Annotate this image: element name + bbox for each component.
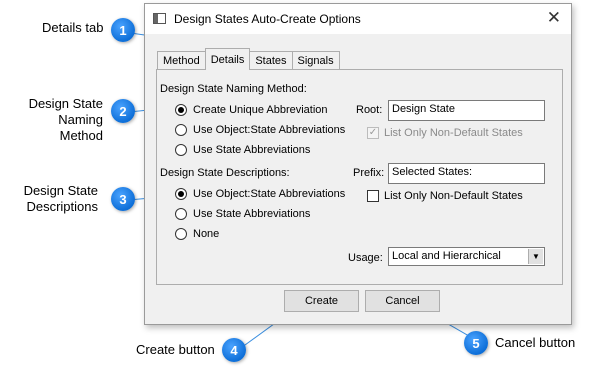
callout-text-details-tab: Details tab (42, 20, 104, 35)
root-label: Root: (356, 104, 383, 116)
descriptions-heading: Design State Descriptions: (160, 167, 290, 179)
tab-signals[interactable]: Signals (291, 51, 340, 70)
callout-text-create-button: Create button (136, 342, 215, 357)
window-title: Design States Auto-Create Options (174, 12, 361, 26)
checkbox-naming-list-non-default[interactable]: ✓ (367, 127, 379, 139)
radio-label-desc-none[interactable]: None (193, 228, 219, 240)
checkbox-label-naming-list-non-default: List Only Non-Default States (384, 127, 523, 139)
callout-text-descriptions-line1: Design State (23, 183, 98, 198)
tab-details[interactable]: Details (204, 48, 251, 70)
radio-label-desc-use-object-state-abbreviations[interactable]: Use Object:State Abbreviations (193, 188, 345, 200)
close-icon[interactable]: ✕ (547, 8, 561, 28)
tab-method[interactable]: Method (157, 51, 206, 70)
chevron-down-icon[interactable]: ▼ (528, 249, 543, 264)
details-panel: Design State Naming Method: Create Uniqu… (156, 69, 563, 285)
checkbox-label-desc-list-non-default[interactable]: List Only Non-Default States (384, 190, 523, 202)
cancel-button[interactable]: Cancel (365, 290, 440, 312)
prefix-label: Prefix: (353, 167, 385, 179)
create-button[interactable]: Create (284, 290, 359, 312)
radio-label-create-unique-abbreviation[interactable]: Create Unique Abbreviation (193, 104, 328, 116)
radio-label-use-state-abbreviations[interactable]: Use State Abbreviations (193, 144, 310, 156)
callout-text-cancel-button: Cancel button (495, 335, 576, 350)
title-bar[interactable]: Design States Auto-Create Options ✕ (145, 4, 571, 34)
tab-strip: Method Details States Signals (157, 48, 340, 70)
dialog-window: Design States Auto-Create Options ✕ Meth… (144, 3, 572, 325)
app-window-icon (153, 13, 166, 24)
callout-bubble-4: 4 (222, 338, 246, 362)
callout-text-descriptions: Design State Descriptions (13, 183, 98, 215)
radio-desc-use-object-state-abbreviations[interactable] (175, 188, 187, 200)
callout-text-descriptions-line2: Descriptions (26, 199, 98, 214)
callout-bubble-2: 2 (111, 99, 135, 123)
radio-use-object-state-abbreviations[interactable] (175, 124, 187, 136)
callout-bubble-5: 5 (464, 331, 488, 355)
checkbox-desc-list-non-default[interactable] (367, 190, 379, 202)
callout-bubble-3: 3 (111, 187, 135, 211)
radio-create-unique-abbreviation[interactable] (175, 104, 187, 116)
usage-select[interactable]: Local and Hierarchical ▼ (388, 247, 545, 266)
radio-use-state-abbreviations[interactable] (175, 144, 187, 156)
callout-bubble-1: 1 (111, 18, 135, 42)
radio-desc-use-state-abbreviations[interactable] (175, 208, 187, 220)
radio-label-use-object-state-abbreviations[interactable]: Use Object:State Abbreviations (193, 124, 345, 136)
callout-text-naming-line2: Naming Method (58, 112, 103, 143)
usage-select-value: Local and Hierarchical (392, 250, 501, 262)
callout-text-naming-method: Design State Naming Method (13, 96, 103, 144)
radio-desc-none[interactable] (175, 228, 187, 240)
prefix-input[interactable]: Selected States: (388, 163, 545, 184)
usage-label: Usage: (348, 252, 383, 264)
callout-text-naming-line1: Design State (28, 96, 103, 111)
radio-label-desc-use-state-abbreviations[interactable]: Use State Abbreviations (193, 208, 310, 220)
root-input[interactable]: Design State (388, 100, 545, 121)
naming-method-heading: Design State Naming Method: (160, 83, 307, 95)
tab-states[interactable]: States (249, 51, 293, 70)
